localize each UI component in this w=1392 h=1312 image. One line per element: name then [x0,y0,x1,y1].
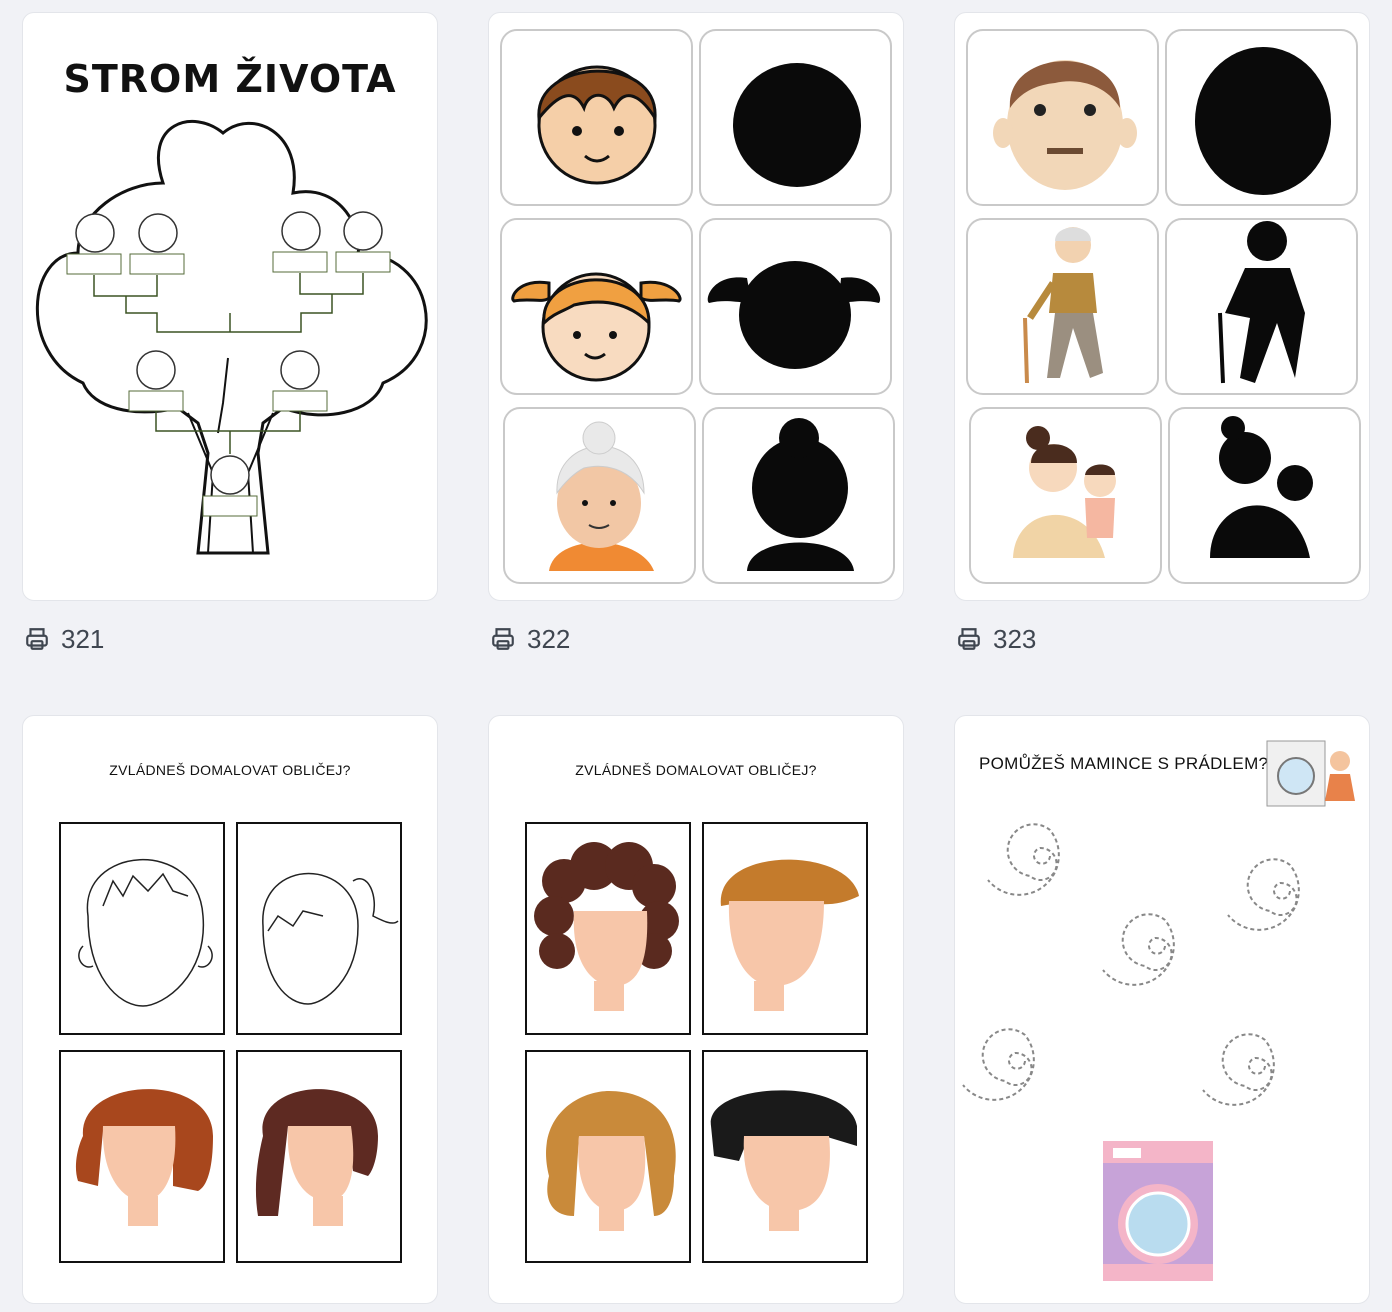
worksheet-card-faces-silhouettes[interactable] [488,12,904,601]
worksheet-card-draw-face-2[interactable]: ZVLÁDNEŠ DOMALOVAT OBLIČEJ? [488,715,904,1304]
print-count-value: 322 [527,623,571,654]
worksheet-card-laundry[interactable]: POMŮŽEŠ MAMINCE S PRÁDLEM? [954,715,1370,1304]
draw-face-illustration [59,822,402,1263]
worksheet-card-strom-zivota[interactable]: STROM ŽIVOTA [22,12,438,601]
print-count: 323 [956,624,1036,654]
family-tree-illustration [35,119,428,555]
printer-icon [958,628,980,650]
laundry-tracing-illustration [962,740,1355,1281]
print-count-value: 323 [993,623,1037,654]
family-silhouette-matching-illustration [966,29,1361,584]
print-count-value: 321 [61,623,105,654]
worksheet-card-family-silhouettes[interactable] [954,12,1370,601]
draw-face-illustration [525,822,868,1263]
printer-icon [492,628,514,650]
worksheet-card-draw-face-1[interactable]: ZVLÁDNEŠ DOMALOVAT OBLIČEJ? [22,715,438,1304]
print-count: 321 [24,624,104,654]
printer-icon [26,628,48,650]
face-silhouette-matching-illustration [500,29,895,584]
print-count: 322 [490,624,570,654]
